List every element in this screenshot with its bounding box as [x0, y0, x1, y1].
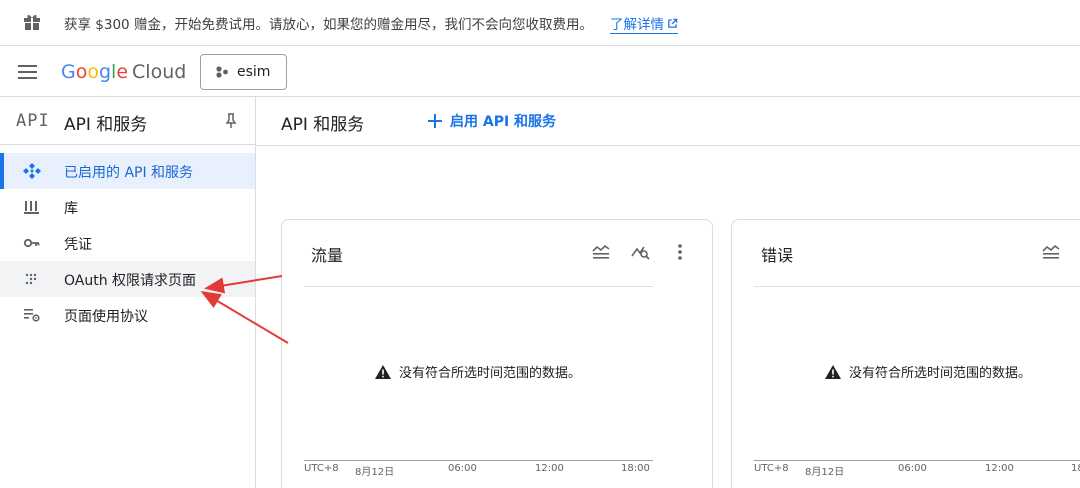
banner-text: 获享 $300 赠金，开始免费试用。请放心，如果您的赠金用尽，我们不会向您收取费… [64, 17, 593, 33]
learn-more-label[interactable]: 了解详情 [610, 13, 664, 33]
page-header: API 和服务 启用 API 和服务 [256, 97, 1080, 146]
project-selector-button[interactable]: esim [200, 54, 287, 90]
enable-apis-button[interactable]: 启用 API 和服务 [428, 111, 556, 131]
axis-tick-label: 18:00 [621, 463, 650, 474]
sidebar-item-enabled-apis[interactable]: 已启用的 API 和服务 [0, 153, 255, 189]
legend-toggle-icon[interactable] [1041, 243, 1061, 261]
errors-chart-card: 错误 没有符合所选时间范围的数据。 UTC+8 8月12日 06:00 12:0… [731, 219, 1080, 488]
logo-letter: G [61, 61, 76, 83]
enabled-apis-icon [23, 163, 41, 179]
add-icon [428, 114, 442, 128]
axis-tick-label: 06:00 [898, 463, 927, 474]
sidebar-title: API 和服务 [64, 115, 148, 135]
promo-banner: 获享 $300 赠金，开始免费试用。请放心，如果您的赠金用尽，我们不会向您收取费… [0, 0, 1080, 46]
more-vert-icon[interactable] [670, 243, 690, 261]
hamburger-menu-icon[interactable] [18, 64, 38, 80]
axis-tick-label: 8月12日 [355, 467, 395, 478]
gift-icon [24, 14, 40, 30]
logo-letter: e [116, 61, 129, 83]
logo-cloud-text: Cloud [132, 61, 187, 83]
card-divider [304, 286, 653, 287]
chart-baseline [304, 460, 653, 461]
card-title: 流量 [311, 246, 344, 265]
no-data-message: 没有符合所选时间范围的数据。 [825, 362, 1031, 381]
no-data-message: 没有符合所选时间范围的数据。 [375, 362, 581, 381]
page-title: API 和服务 [281, 115, 365, 135]
api-badge: API [16, 111, 50, 131]
page-usage-agreements-icon [24, 309, 40, 322]
logo-letter: o [75, 61, 88, 83]
card-divider [754, 286, 1080, 287]
library-icon [24, 201, 39, 214]
external-link-icon [668, 18, 678, 28]
explore-chart-icon[interactable] [631, 243, 651, 261]
legend-toggle-icon[interactable] [591, 243, 611, 261]
sidebar-item-page-usage-agreements[interactable]: 页面使用协议 [0, 297, 255, 333]
pin-icon[interactable] [224, 113, 238, 129]
no-data-text: 没有符合所选时间范围的数据。 [399, 366, 582, 381]
card-title: 错误 [761, 246, 794, 265]
warning-icon [375, 364, 391, 379]
no-data-text: 没有符合所选时间范围的数据。 [849, 366, 1032, 381]
sidebar-item-oauth-consent[interactable]: OAuth 权限请求页面 [0, 261, 255, 297]
sidebar-item-credentials[interactable]: 凭证 [0, 225, 255, 261]
logo-letter: o [87, 61, 99, 83]
learn-more-link[interactable]: 了解详情 [610, 13, 678, 34]
sidebar-item-label: 凭证 [64, 237, 92, 253]
axis-tick-label: 06:00 [448, 463, 477, 474]
axis-tick-label: 18:00 [1071, 463, 1080, 474]
project-icon [216, 66, 228, 78]
sidebar-item-label: 页面使用协议 [64, 309, 148, 325]
traffic-chart-card: 流量 没有符合所选时间范围的数据。 UTC+8 8月12日 06:00 12:0… [281, 219, 713, 488]
logo-letter: g [98, 61, 112, 83]
axis-tick-label: 8月12日 [805, 467, 845, 478]
sidebar-item-library[interactable]: 库 [0, 189, 255, 225]
axis-tick-label: 12:00 [985, 463, 1014, 474]
enable-apis-label[interactable]: 启用 API 和服务 [450, 111, 556, 131]
axis-tick-label: 12:00 [535, 463, 564, 474]
google-cloud-logo[interactable]: Google Cloud [61, 61, 186, 83]
sidebar-header: API API 和服务 [0, 97, 255, 145]
chart-baseline [754, 460, 1080, 461]
key-icon [23, 238, 40, 248]
axis-tick-label: UTC+8 [304, 463, 339, 474]
warning-icon [825, 364, 841, 379]
oauth-consent-icon [25, 273, 37, 285]
sidebar-item-label: 已启用的 API 和服务 [64, 165, 194, 181]
project-name[interactable]: esim [237, 64, 270, 80]
axis-tick-label: UTC+8 [754, 463, 789, 474]
sidebar: API API 和服务 已启用的 API 和服务 库 凭证 OAuth 权限请求… [0, 97, 256, 488]
sidebar-item-label: OAuth 权限请求页面 [64, 273, 197, 289]
sidebar-item-label: 库 [64, 201, 78, 217]
